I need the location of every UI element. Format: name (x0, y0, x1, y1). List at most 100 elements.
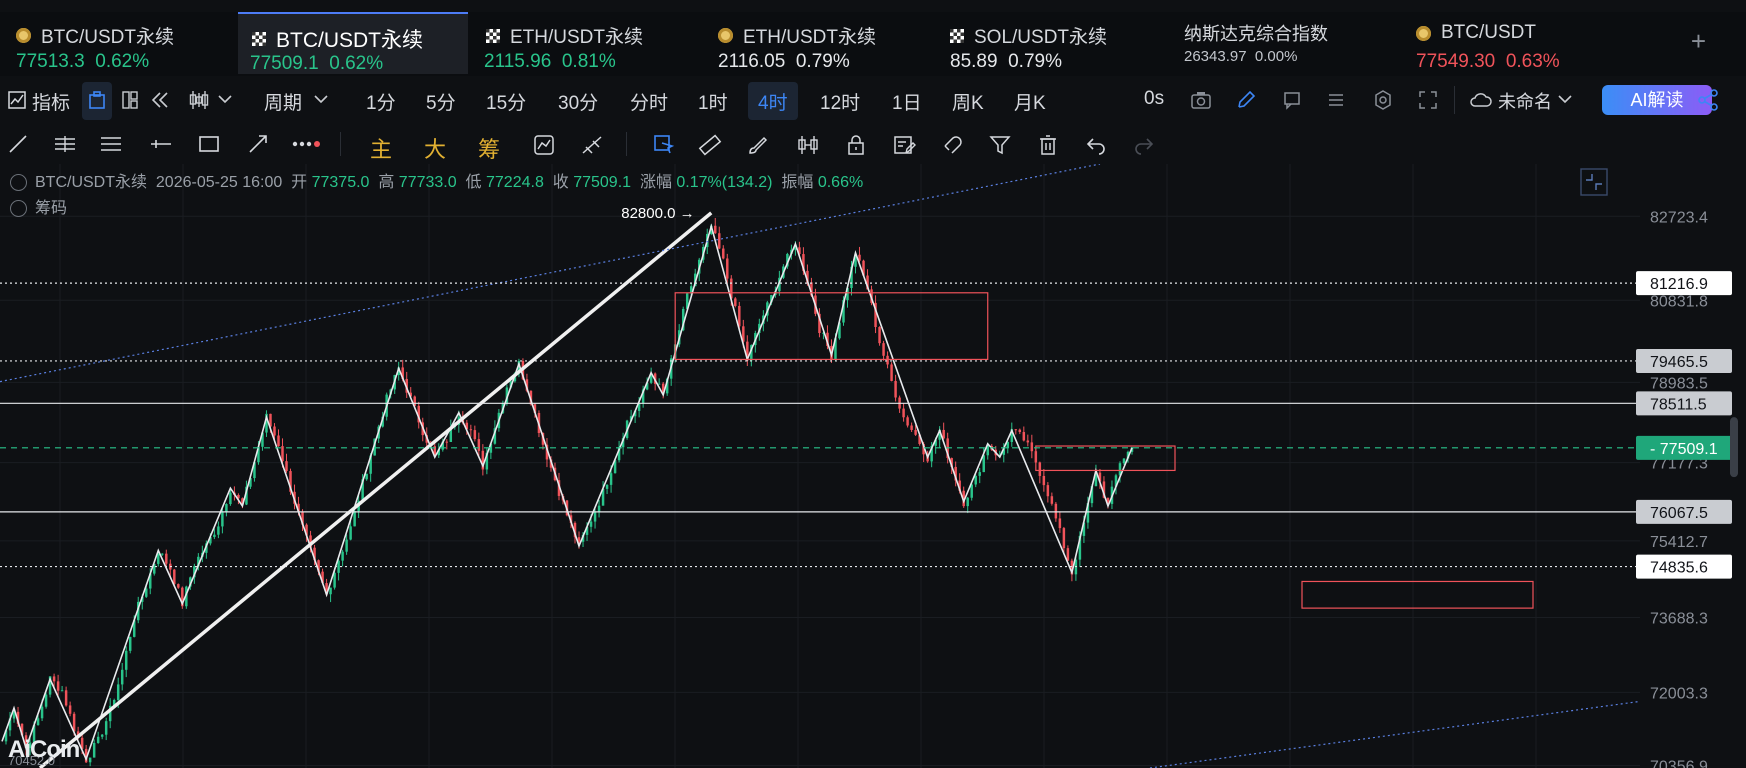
auto-pattern-icon[interactable] (532, 133, 556, 157)
settings-gear-icon[interactable] (1372, 89, 1394, 111)
magnet-icon[interactable] (940, 133, 964, 157)
add-tab-plus-icon[interactable]: + (1691, 26, 1706, 57)
more-tools-icon[interactable] (292, 140, 322, 148)
chevron-down-icon[interactable] (218, 94, 232, 104)
tab-price: 26343.97 (1184, 48, 1247, 65)
collapse-circle-icon[interactable] (10, 200, 27, 218)
timeframe-4h[interactable]: 4时 (758, 88, 788, 115)
measure-cross-icon[interactable] (580, 133, 604, 157)
collapse-panel-icon[interactable] (1580, 168, 1608, 196)
trash-icon[interactable] (1036, 133, 1060, 157)
cursor-select-icon[interactable] (652, 133, 676, 157)
ruler-icon[interactable] (698, 133, 722, 157)
info-symbol: BTC/USDT永续 (35, 174, 148, 191)
timeframe-1m[interactable]: 1分 (366, 88, 396, 115)
channel-lower (1149, 700, 1641, 768)
info-change: 0.17%(134.2) (676, 174, 773, 191)
tab-price: 77513.3 (16, 51, 85, 72)
filter-icon[interactable] (988, 133, 1012, 157)
timeframe-month[interactable]: 月K (1014, 88, 1046, 115)
horizontal-ray-icon[interactable] (150, 134, 172, 154)
candle-body (177, 584, 180, 588)
candle-body (473, 430, 477, 440)
candle-body (217, 526, 220, 535)
checker-icon (950, 28, 964, 43)
timeframe-30m[interactable]: 30分 (558, 88, 598, 115)
price-chart[interactable]: 82800.0 →70452.0 82723.4 80831.8 78983.5 77… (0, 164, 1746, 768)
candle-type-icon[interactable] (188, 89, 210, 111)
candle-body (966, 497, 969, 507)
parallel-channel-icon[interactable] (54, 134, 76, 154)
tab-nasdaq[interactable]: 纳斯达克综合指数 26343.97 0.00% (1168, 12, 1400, 74)
timeframe-timeshare[interactable]: 分时 (630, 88, 668, 115)
candle-body (738, 305, 741, 327)
timeframe-1d[interactable]: 1日 (892, 88, 922, 115)
candles-compare-icon[interactable] (796, 133, 820, 157)
tab-sol-perp[interactable]: SOL/USDT永续 85.89 0.79% (934, 12, 1168, 74)
tab-eth-perp-1[interactable]: ETH/USDT永续 2115.96 0.81% (470, 12, 702, 74)
share-icon[interactable] (1696, 88, 1720, 112)
candle-body (161, 553, 164, 555)
horizontal-lines-icon[interactable] (100, 134, 122, 154)
candle-body (1042, 475, 1046, 486)
tab-btc-spot[interactable]: BTC/USDT 77549.30 0.63% (1400, 12, 1632, 74)
cloud-icon[interactable] (1470, 91, 1492, 109)
candle-body (165, 553, 168, 564)
info-amp: 0.66% (817, 174, 864, 191)
candle-body (1054, 503, 1058, 519)
trend-line-main (38, 211, 713, 768)
candle-body (597, 505, 601, 512)
ray-icon[interactable] (248, 134, 268, 154)
chevron-down-icon[interactable] (314, 94, 328, 104)
edit-doc-icon[interactable] (892, 133, 916, 157)
period-button[interactable]: 周期 (264, 88, 302, 115)
indicator-button[interactable]: 指标 (32, 88, 70, 115)
tab-change: 0.62% (329, 53, 384, 74)
info-close: 77509.1 (573, 174, 632, 191)
redo-icon[interactable] (1132, 133, 1156, 157)
lock-icon[interactable] (844, 133, 868, 157)
note-icon[interactable] (1282, 90, 1302, 110)
trendline-icon[interactable] (8, 134, 28, 154)
rectangle-icon[interactable] (198, 134, 220, 154)
camera-icon[interactable] (1190, 90, 1212, 110)
candle-body (1066, 548, 1070, 561)
collapse-circle-icon[interactable] (10, 174, 27, 192)
candle-body (120, 669, 124, 685)
countdown-label: 0s (1144, 88, 1165, 109)
indicator-icon (8, 91, 26, 109)
tab-btc-perp-active[interactable]: BTC/USDT永续 77509.1 0.62% (238, 12, 468, 74)
timeframe-15m[interactable]: 15分 (486, 88, 526, 115)
template-icon[interactable] (88, 90, 106, 110)
chevron-down-icon[interactable] (1558, 94, 1572, 104)
layout-name-dropdown[interactable]: 未命名 (1498, 88, 1552, 114)
layout-icon[interactable] (122, 91, 138, 109)
main-indicator-toggle[interactable]: 主 (370, 132, 392, 164)
timeframe-12h[interactable]: 12时 (820, 88, 860, 115)
tab-btc-perp-1[interactable]: BTC/USDT永续 77513.3 0.62% (0, 12, 236, 74)
timeframe-week[interactable]: 周K (952, 88, 984, 115)
candle-body (281, 446, 284, 462)
candle-body (40, 706, 44, 719)
fullscreen-icon[interactable] (1418, 90, 1438, 110)
candle-body (605, 484, 609, 489)
timeframe-5m[interactable]: 5分 (426, 88, 456, 115)
zone-box (1301, 580, 1534, 609)
pen-icon[interactable] (1236, 90, 1256, 110)
tab-eth-perp-2[interactable]: ETH/USDT永续 2116.05 0.79% (702, 12, 934, 74)
candle-body (1030, 442, 1034, 452)
candle-body (365, 473, 368, 480)
candle-body (589, 521, 593, 527)
candle-body (116, 684, 120, 700)
chips-toggle[interactable]: 筹 (478, 132, 500, 164)
coin-icon (1416, 25, 1431, 41)
big-order-toggle[interactable]: 大 (424, 132, 446, 164)
list-icon[interactable] (1326, 90, 1346, 110)
replay-icon[interactable] (150, 91, 170, 109)
undo-icon[interactable] (1084, 133, 1108, 157)
candle-body (1046, 485, 1050, 497)
timeframe-1h[interactable]: 1时 (698, 88, 728, 115)
candle-body (609, 473, 613, 485)
brush-icon[interactable] (746, 133, 770, 157)
info-close-label: 收 (552, 174, 569, 191)
